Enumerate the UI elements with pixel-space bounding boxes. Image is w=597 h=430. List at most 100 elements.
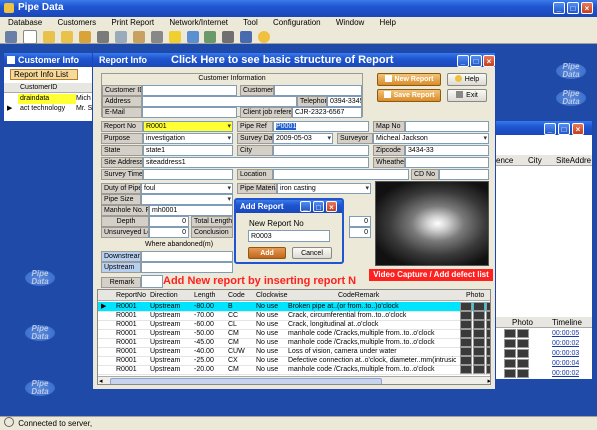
export-icon[interactable] (78, 31, 91, 43)
length-field-right-2[interactable]: 0 (349, 227, 371, 238)
open-folder-icon[interactable] (42, 31, 55, 43)
video-capture-caption[interactable]: Video Capture / Add defect list (369, 269, 493, 281)
close-button[interactable]: × (326, 201, 337, 212)
cd-no-field[interactable] (439, 169, 489, 180)
new-file-icon[interactable] (22, 30, 37, 44)
col-code-remark[interactable]: CodeRemark (338, 290, 379, 301)
customer-id-header[interactable]: CustomerID (4, 83, 97, 93)
tab-report-info-list[interactable]: Report Info List (10, 69, 78, 80)
close-button[interactable]: × (572, 123, 584, 135)
new-report-no-input[interactable] (248, 230, 330, 242)
save-report-button[interactable]: Save Report (377, 89, 441, 102)
pipe-material-select[interactable]: iron casting (277, 183, 371, 194)
maximize-button[interactable]: □ (313, 201, 324, 212)
menu-print-report[interactable]: Print Report (111, 18, 154, 27)
grid-icon[interactable] (5, 31, 17, 43)
pipe-ref-field[interactable]: P0001 (273, 121, 369, 132)
exit-button[interactable]: Exit (447, 89, 487, 102)
list-item[interactable]: 00:00:05 (494, 329, 592, 338)
email-field[interactable] (142, 107, 237, 118)
scroll-right-icon[interactable]: ▸ (487, 377, 490, 384)
col-length[interactable]: Length (194, 290, 215, 301)
minimize-button[interactable]: _ (457, 55, 469, 67)
scroll-left-icon[interactable]: ◂ (99, 377, 103, 384)
telephone-field[interactable]: 0394-3345-3433 (327, 96, 362, 107)
help-button[interactable]: Help (447, 73, 487, 86)
weather-field[interactable] (405, 157, 489, 168)
print-icon[interactable] (150, 31, 163, 43)
duty-of-pipe-select[interactable]: foul (141, 183, 233, 194)
map-no-field[interactable] (405, 121, 489, 132)
survey-time-field[interactable] (143, 169, 233, 180)
photo-thumbnail-icon[interactable] (460, 320, 490, 329)
col-clockwise[interactable]: Clockwise (256, 290, 288, 301)
menu-database[interactable]: Database (8, 18, 42, 27)
maximize-button[interactable]: □ (558, 123, 570, 135)
pipe-size-select[interactable] (141, 194, 233, 205)
list-item[interactable]: 00:00:02 (494, 369, 592, 378)
list-item[interactable]: 00:00:02 (494, 339, 592, 348)
structure-banner[interactable]: Click Here to see basic structure of Rep… (171, 53, 394, 67)
upstream-field[interactable] (141, 262, 233, 273)
customer-id-field[interactable] (142, 85, 237, 96)
photo-thumbnail-icon[interactable] (460, 347, 490, 356)
menu-configuration[interactable]: Configuration (273, 18, 321, 27)
remark-field[interactable] (141, 275, 163, 288)
flash-icon[interactable] (168, 31, 181, 43)
col-report-no[interactable]: ReportNo (116, 290, 146, 301)
cancel-button[interactable]: Cancel (292, 247, 332, 259)
purpose-select[interactable]: investigation (143, 133, 233, 144)
photo-thumbnail-icon[interactable] (460, 302, 490, 311)
surveyor-select[interactable]: Micheal Jackson (373, 133, 489, 144)
col-photo[interactable]: Photo (466, 290, 484, 301)
close-button[interactable]: × (581, 2, 593, 14)
survey-date-picker[interactable]: 2009-05-03 (273, 133, 333, 144)
state-field[interactable]: state1 (143, 145, 233, 156)
location-field[interactable] (273, 169, 409, 180)
scroll-thumb[interactable] (110, 378, 382, 384)
menu-help[interactable]: Help (380, 18, 396, 27)
window-icon[interactable] (240, 31, 253, 43)
new-report-button[interactable]: New Report (377, 73, 441, 86)
col-code[interactable]: Code (228, 290, 245, 301)
video-capture-image[interactable] (375, 181, 489, 266)
menu-customers[interactable]: Customers (57, 18, 96, 27)
downstream-field[interactable] (141, 251, 233, 262)
minimize-button[interactable]: _ (553, 2, 565, 14)
close-button[interactable]: × (483, 55, 495, 67)
network-icon[interactable] (204, 31, 217, 43)
client-ref-field[interactable]: CJR-2323-6567 (292, 107, 362, 118)
unsurveyed-length-field[interactable]: 0 (149, 227, 189, 238)
list-item[interactable]: draindata Mich (4, 94, 97, 104)
camera-icon[interactable] (96, 31, 109, 43)
list-item[interactable]: 00:00:03 (494, 349, 592, 358)
zipcode-field[interactable]: 3434-33 (405, 145, 489, 156)
list-item[interactable]: 00:00:04 (494, 359, 592, 368)
manhole-from-field[interactable]: mh0001 (149, 205, 233, 216)
add-button[interactable]: Add (248, 247, 286, 259)
folder-down-icon[interactable] (60, 31, 73, 43)
cut-icon[interactable] (114, 31, 127, 43)
maximize-button[interactable]: □ (470, 55, 482, 67)
col-direction[interactable]: Direction (150, 290, 178, 301)
paste-icon[interactable] (132, 31, 145, 43)
menu-network[interactable]: Network/Internet (169, 18, 228, 27)
help-icon[interactable] (258, 31, 271, 43)
list-item[interactable]: ▶ act technology Mr. S (4, 104, 97, 114)
photo-thumbnail-icon[interactable] (460, 365, 490, 374)
site-address-field[interactable]: siteaddress1 (143, 157, 369, 168)
users-icon[interactable] (186, 31, 199, 43)
horizontal-scrollbar[interactable]: ◂ ▸ (98, 376, 490, 384)
table-row[interactable]: R0001 Upstream -20.00 CM No use manhole code … (98, 365, 490, 375)
photo-thumbnail-icon[interactable] (460, 329, 490, 338)
depth-field[interactable]: 0 (149, 216, 189, 227)
address-field[interactable] (142, 96, 297, 107)
length-field-right[interactable]: 0 (349, 216, 371, 227)
menu-window[interactable]: Window (336, 18, 364, 27)
maximize-button[interactable]: □ (567, 2, 579, 14)
database-icon[interactable] (222, 31, 235, 43)
menu-tool[interactable]: Tool (243, 18, 258, 27)
customer-field[interactable] (274, 85, 362, 96)
photo-thumbnail-icon[interactable] (460, 338, 490, 347)
report-no-field[interactable]: R0001 (143, 121, 233, 132)
